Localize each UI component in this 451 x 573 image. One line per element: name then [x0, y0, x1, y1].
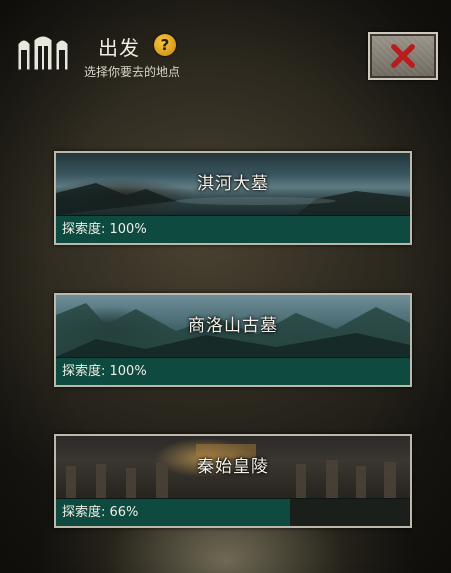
location-card-qihe[interactable]: 淇河大墓 探索度: 100%: [54, 151, 412, 245]
location-card-qinshihuang[interactable]: 秦始皇陵 探索度: 66%: [54, 434, 412, 528]
exploration-progress: 探索度: 66%: [56, 499, 410, 526]
question-icon[interactable]: ?: [154, 34, 176, 56]
location-name: 秦始皇陵: [197, 457, 269, 477]
progress-label: 探索度: 66%: [62, 505, 139, 520]
page-title: 出发: [98, 36, 140, 60]
close-button[interactable]: [368, 32, 438, 80]
location-card-shangluo[interactable]: 商洛山古墓 探索度: 100%: [54, 293, 412, 387]
progress-label: 探索度: 100%: [62, 222, 147, 237]
close-icon: [391, 44, 415, 68]
location-name: 商洛山古墓: [188, 316, 278, 336]
exploration-progress: 探索度: 100%: [56, 358, 410, 385]
progress-label: 探索度: 100%: [62, 364, 147, 379]
page-subtitle: 选择你要去的地点: [84, 65, 181, 79]
location-name: 淇河大墓: [197, 174, 269, 194]
exploration-progress: 探索度: 100%: [56, 216, 410, 243]
tomb-door-icon: [17, 35, 69, 71]
